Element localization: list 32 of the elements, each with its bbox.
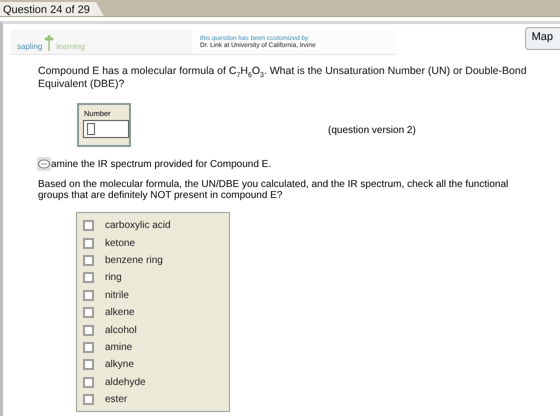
- checkbox[interactable]: [83, 220, 94, 232]
- checkbox[interactable]: [83, 394, 94, 406]
- option-label: alkyne: [105, 359, 134, 370]
- logo-text: learning: [56, 42, 85, 51]
- checkbox[interactable]: [83, 238, 94, 249]
- checkbox[interactable]: [83, 254, 94, 266]
- option-label: ketone: [105, 238, 136, 249]
- option-label: aldehyde: [105, 376, 146, 388]
- checkbox[interactable]: [83, 359, 94, 370]
- version-text: (question version 2): [328, 124, 416, 136]
- comment-icon[interactable]: [37, 157, 51, 171]
- option-label: nitrile: [105, 290, 129, 301]
- checkbox[interactable]: [83, 342, 94, 353]
- option-label: carboxylic acid: [105, 220, 171, 232]
- logo-text: sapling: [17, 42, 42, 51]
- instruction-text: amine the IR spectrum provided for Compound E.: [51, 158, 272, 170]
- option-label: ester: [105, 394, 128, 406]
- option-label: alcohol: [105, 324, 137, 336]
- checkbox[interactable]: [83, 290, 94, 301]
- map-button[interactable]: Map: [524, 27, 560, 50]
- option-label: ring: [105, 272, 122, 284]
- checkbox[interactable]: [83, 324, 94, 336]
- option-label: amine: [105, 342, 132, 353]
- checkbox[interactable]: [83, 376, 94, 388]
- question-text: Compound E has a molecular formula of C$_{7}$H$_{6}$O$_{3}$. What is the Unsaturation Number (UN) or Double-Bond Equivalent (DBE)?: [38, 65, 528, 91]
- option-label: benzene ring: [105, 254, 163, 266]
- sprout-icon: [44, 35, 54, 51]
- option-label: alkene: [105, 307, 134, 318]
- question-tab[interactable]: Question 24 of 29: [0, 2, 104, 16]
- checkbox[interactable]: [83, 272, 94, 284]
- prompt-text: Based on the molecular formula, the UN/DBE you calculated, and the IR spectrum, check all the functional groups that are definitely NOT present in compound E?: [38, 179, 510, 201]
- checkbox[interactable]: [83, 307, 94, 318]
